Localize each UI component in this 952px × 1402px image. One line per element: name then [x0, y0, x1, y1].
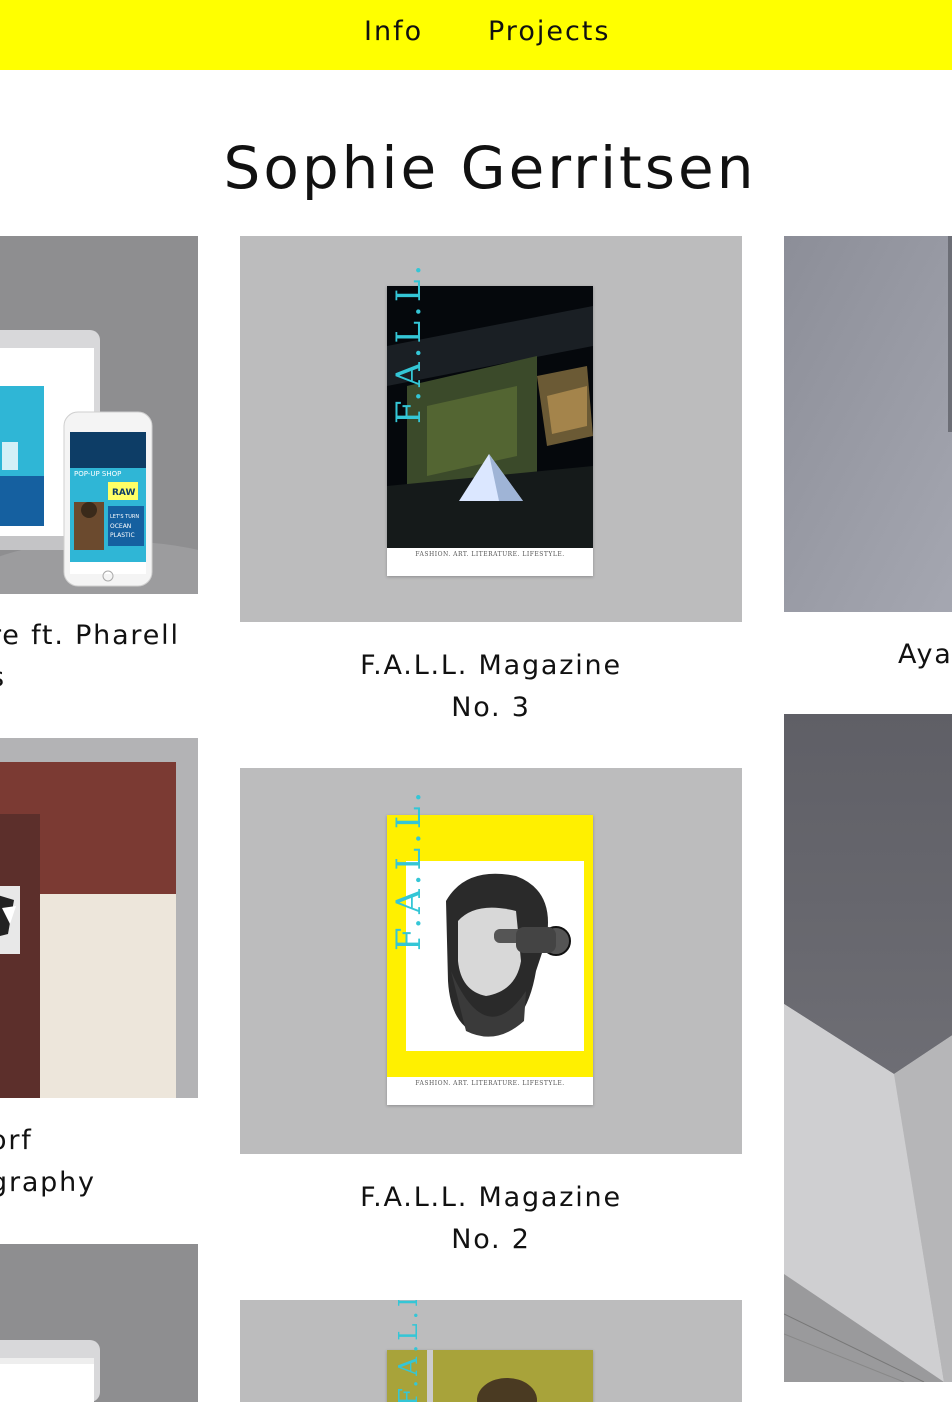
fall-logo: F.A.L.L. — [389, 787, 429, 951]
caption-line: No. 2 — [451, 1224, 531, 1255]
fall-logo: F.A.L.L. — [389, 1300, 429, 1402]
web-mockup-image — [0, 1244, 198, 1402]
pharell-mockup-image: POP-UP SHOP RAW LET'S TURN OCEAN PLASTIC — [0, 236, 198, 594]
nav-projects-link[interactable]: Projects — [488, 16, 610, 47]
caption-line: re ft. Pharell — [0, 620, 180, 651]
cover-illustration-frame — [406, 861, 584, 1051]
svg-text:PLASTIC: PLASTIC — [110, 532, 135, 539]
project-thumbnail-pharell[interactable]: POP-UP SHOP RAW LET'S TURN OCEAN PLASTIC — [0, 236, 198, 594]
project-caption-fall-3[interactable]: F.A.L.L. Magazine No. 3 — [240, 645, 742, 729]
caption-line: F.A.L.L. Magazine — [360, 650, 622, 681]
magazine-cover-fall-2: F.A.L.L. FASHION. ART. LITERATURE. LIFES… — [387, 787, 593, 1105]
project-thumbnail-fall-2[interactable]: F.A.L.L. FASHION. ART. LITERATURE. LIFES… — [240, 768, 742, 1154]
caption-line: No. 3 — [451, 692, 531, 723]
popup-shop-text: POP-UP SHOP — [74, 470, 121, 478]
aya-photo — [784, 236, 952, 612]
project-caption-pharell[interactable]: re ft. Pharell s — [0, 615, 180, 699]
fall-logo: F.A.L.L. — [389, 260, 429, 424]
caption-line: orf — [0, 1125, 33, 1156]
magazine-cover-fall-1: F.A.L.L. — [387, 1300, 593, 1402]
portfolio-page: Info Projects Sophie Gerritsen POP-UP SH… — [0, 0, 952, 1402]
project-caption-fall-2[interactable]: F.A.L.L. Magazine No. 2 — [240, 1177, 742, 1261]
project-thumbnail-paper[interactable] — [784, 714, 952, 1382]
project-thumbnail-fall-3[interactable]: F.A.L.L. FASHION. ART. LITERATURE. LIFES… — [240, 236, 742, 622]
folded-paper-photo — [784, 714, 952, 1382]
raw-text: RAW — [112, 488, 135, 498]
project-thumbnail-web[interactable] — [0, 1244, 198, 1402]
project-thumbnail-fall-1[interactable]: F.A.L.L. — [240, 1300, 742, 1402]
caption-line: graphy — [0, 1167, 96, 1198]
top-nav-bar: Info Projects — [0, 0, 952, 70]
caption-line: s — [0, 657, 180, 699]
project-caption-orf[interactable]: orf graphy — [0, 1120, 96, 1204]
site-title: Sophie Gerritsen — [223, 134, 757, 202]
nav-info-link[interactable]: Info — [364, 16, 423, 47]
cover-tagline: FASHION. ART. LITERATURE. LIFESTYLE. — [415, 1080, 565, 1087]
magazine-cover-fall-3: F.A.L.L. FASHION. ART. LITERATURE. LIFES… — [387, 260, 593, 576]
caption-line: F.A.L.L. Magazine — [360, 1182, 622, 1213]
orf-mockup-image — [0, 738, 198, 1098]
project-thumbnail-orf[interactable] — [0, 738, 198, 1098]
project-thumbnail-aya[interactable] — [784, 236, 952, 612]
project-caption-aya[interactable]: Aya — [898, 634, 952, 676]
cover-footer: FASHION. ART. LITERATURE. LIFESTYLE. — [387, 548, 593, 576]
svg-text:LET'S TURN: LET'S TURN — [110, 514, 139, 520]
bearded-man-illustration — [446, 873, 571, 1037]
caption-line: Aya — [898, 639, 952, 670]
cover-footer: FASHION. ART. LITERATURE. LIFESTYLE. — [387, 1077, 593, 1105]
cover-tagline: FASHION. ART. LITERATURE. LIFESTYLE. — [415, 551, 565, 558]
svg-text:OCEAN: OCEAN — [110, 523, 131, 530]
